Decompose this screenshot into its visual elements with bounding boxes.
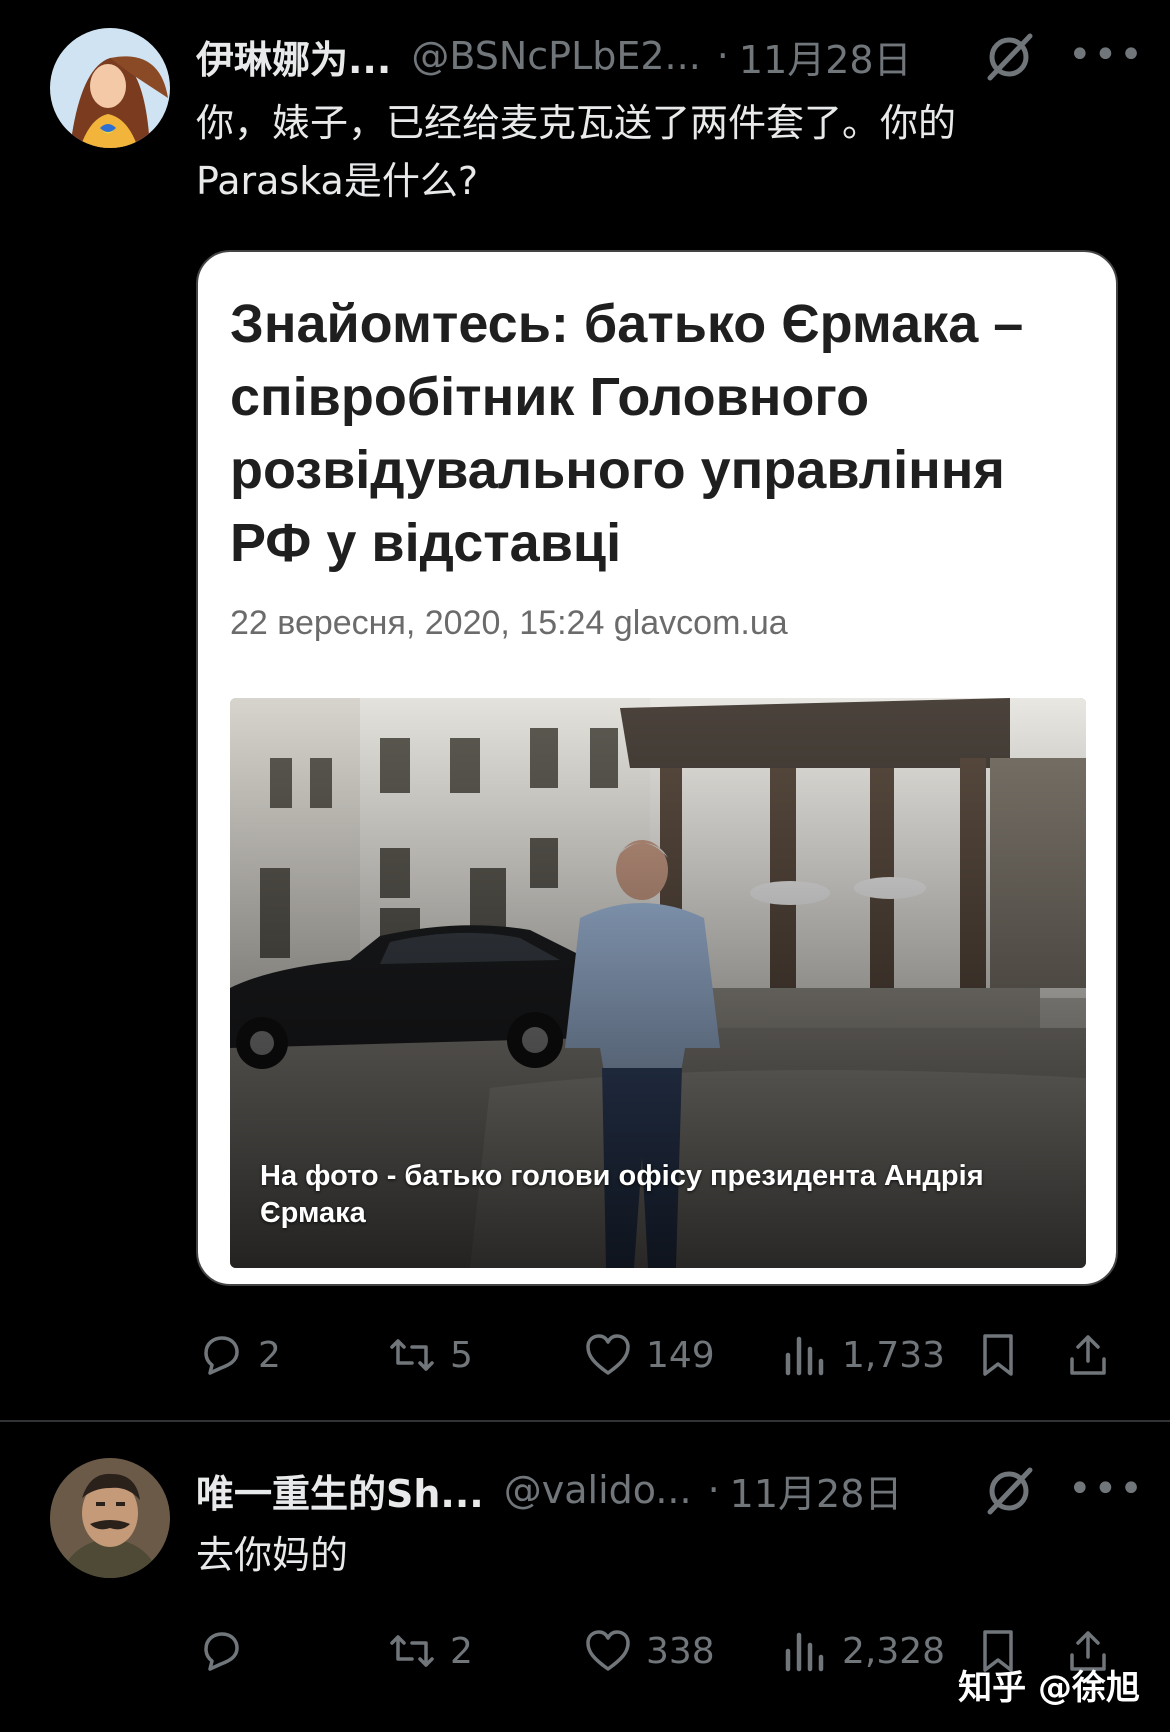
- tweet-text-line-1: 你，婊子，已经给麦克瓦送了两件套了。你的: [196, 101, 957, 145]
- reply-button[interactable]: 2: [196, 1320, 281, 1390]
- reply-icon: [204, 1336, 239, 1375]
- timestamp[interactable]: 11月28日: [739, 29, 912, 84]
- quoted-image-card[interactable]: Знайомтесь: батько Єрмака – співробітник…: [196, 250, 1118, 1286]
- repost-icon: [390, 1635, 434, 1667]
- avatar-portrait: [50, 1458, 170, 1578]
- article-date-source: 22 вересня, 2020, 15:24 glavcom.ua: [230, 604, 788, 642]
- views-chart-icon: [785, 1632, 824, 1672]
- user-handle[interactable]: @valido...: [504, 1468, 692, 1512]
- repost-count: 2: [450, 1630, 473, 1672]
- grok-icon[interactable]: [982, 1464, 1036, 1518]
- reply-button[interactable]: [196, 1616, 258, 1686]
- views-button[interactable]: 1,733: [780, 1320, 945, 1390]
- repost-icon: [390, 1339, 434, 1371]
- repost-button[interactable]: 2: [388, 1616, 473, 1686]
- zhihu-watermark: 知乎 @徐旭: [958, 1668, 1140, 1708]
- tweet-1[interactable]: 伊琳娜为... @BSNcPLbE2... · 11月28日 ••• 你，婊子，…: [0, 0, 1170, 1420]
- article-headline: Знайомтесь: батько Єрмака – співробітник…: [230, 294, 1024, 573]
- avatar[interactable]: [50, 1458, 170, 1578]
- view-count: 2,328: [842, 1630, 946, 1672]
- repost-count: 5: [450, 1334, 473, 1376]
- more-options-icon[interactable]: •••: [1068, 1466, 1145, 1512]
- like-count: 149: [646, 1334, 715, 1376]
- heart-icon: [586, 1630, 630, 1671]
- display-name[interactable]: 唯一重生的Sh...: [196, 1463, 484, 1518]
- like-count: 338: [646, 1630, 715, 1672]
- avatar[interactable]: [50, 28, 170, 148]
- views-button[interactable]: 2,328: [780, 1616, 945, 1686]
- view-count: 1,733: [842, 1334, 946, 1376]
- share-icon: [1070, 1335, 1106, 1375]
- avatar-illustration: [50, 28, 170, 148]
- photo-caption: На фото - батько голови офісу президента…: [260, 1160, 984, 1229]
- reply-icon: [204, 1632, 239, 1671]
- article-photo[interactable]: На фото - батько голови офісу президента…: [230, 698, 1086, 1268]
- like-button[interactable]: 149: [584, 1320, 715, 1390]
- reply-count: 2: [258, 1334, 281, 1376]
- display-name[interactable]: 伊琳娜为...: [196, 29, 391, 84]
- tweet-text: 你，婊子，已经给麦克瓦送了两件套了。你的 Paraska是什么?: [196, 94, 956, 210]
- bookmark-button[interactable]: [974, 1320, 1022, 1390]
- separator-dot: ·: [716, 34, 729, 78]
- like-button[interactable]: 338: [584, 1616, 715, 1686]
- share-button[interactable]: [1064, 1320, 1112, 1390]
- repost-button[interactable]: 5: [388, 1320, 473, 1390]
- heart-icon: [586, 1334, 630, 1375]
- user-handle[interactable]: @BSNcPLbE2...: [411, 34, 700, 78]
- timestamp[interactable]: 11月28日: [730, 1463, 903, 1518]
- separator-dot: ·: [707, 1468, 720, 1512]
- tweet-text-line-2: Paraska是什么?: [196, 159, 478, 203]
- grok-icon[interactable]: [982, 30, 1036, 84]
- more-options-icon[interactable]: •••: [1068, 32, 1145, 78]
- bookmark-icon: [983, 1334, 1013, 1376]
- views-chart-icon: [785, 1336, 824, 1376]
- tweet-text: 去你妈的: [196, 1526, 348, 1584]
- tweet-text-line-1: 去你妈的: [196, 1533, 349, 1577]
- tweet-actions: 2 5 149 1,733: [196, 1320, 1126, 1390]
